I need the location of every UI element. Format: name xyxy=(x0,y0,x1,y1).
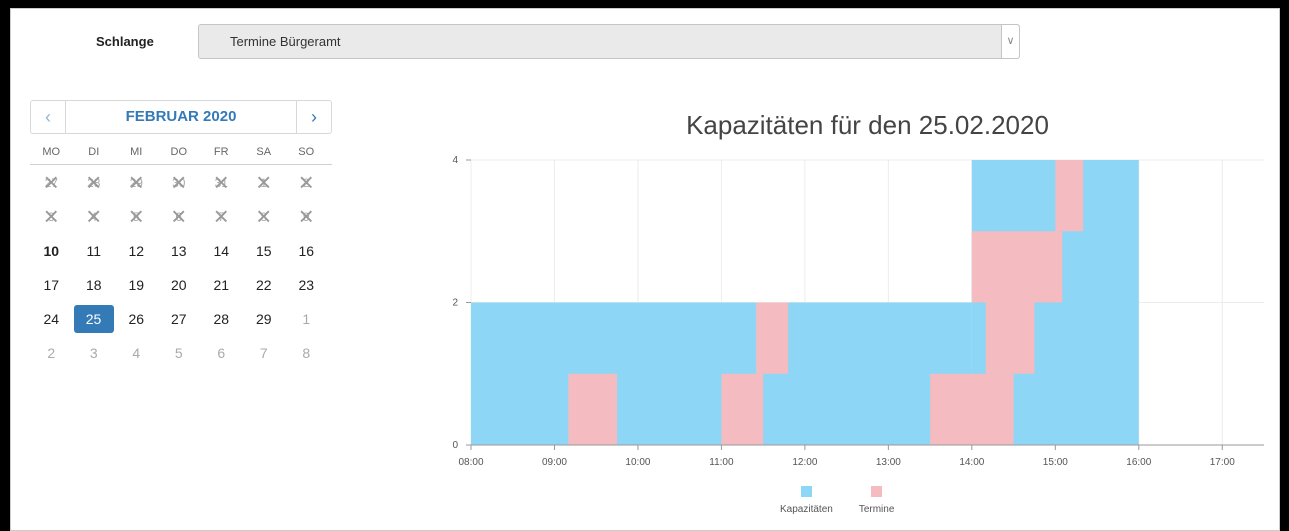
weekday-label: MO xyxy=(42,146,61,158)
chart-legend: Kapazitäten Termine xyxy=(780,486,894,515)
calendar-day[interactable]: 18 xyxy=(73,271,116,299)
weekday-label: MI xyxy=(130,146,143,158)
calendar-day[interactable]: 29 xyxy=(243,305,286,333)
calendar-day[interactable]: 14 xyxy=(200,237,243,265)
queue-label: Schlange xyxy=(96,34,154,49)
queue-select[interactable]: Termine Bürgeramt ∨ xyxy=(198,24,1020,59)
y-tick-label: 2 xyxy=(452,298,458,309)
calendar-day[interactable]: 15 xyxy=(243,237,286,265)
calendar-day[interactable]: 4 xyxy=(115,339,158,367)
chart-title: Kapazitäten für den 25.02.2020 xyxy=(686,110,1049,140)
calendar-day: 4 xyxy=(73,199,116,233)
queue-select-value: Termine Bürgeramt xyxy=(230,34,341,49)
weekday-label: SA xyxy=(256,146,272,158)
x-tick-label: 15:00 xyxy=(1043,457,1068,468)
calendar-day: 8 xyxy=(243,199,286,233)
calendar-day: 27 xyxy=(30,165,73,199)
weekday-label: DO xyxy=(170,146,188,158)
calendar-week: 3456789 xyxy=(30,199,332,233)
calendar-day[interactable]: 12 xyxy=(115,237,158,265)
calendar-week: 10 11 12 13 14 15 16 xyxy=(30,233,332,267)
x-tick-label: 10:00 xyxy=(625,457,650,468)
calendar-day[interactable]: 19 xyxy=(115,271,158,299)
weekday-label: SO xyxy=(298,146,315,158)
appointment-block xyxy=(756,302,789,374)
calendar-day[interactable]: 17 xyxy=(30,271,73,299)
calendar-day[interactable]: 28 xyxy=(200,305,243,333)
calendar-day: 9 xyxy=(285,199,328,233)
calendar-header: ‹ FEBRUAR 2020 › xyxy=(30,100,332,134)
y-tick-label: 0 xyxy=(452,440,458,451)
calendar-day[interactable]: 25 xyxy=(73,305,114,333)
calendar-day[interactable]: 11 xyxy=(73,237,116,265)
legend-label: Kapazitäten xyxy=(780,504,833,515)
chevron-down-icon[interactable]: ∨ xyxy=(1001,25,1019,58)
chevron-right-icon[interactable]: › xyxy=(296,101,331,133)
calendar-day[interactable]: 24 xyxy=(30,305,73,333)
x-tick-label: 08:00 xyxy=(458,457,483,468)
calendar-day: 1 xyxy=(243,165,286,199)
chevron-left-icon[interactable]: ‹ xyxy=(31,101,66,133)
capacity-chart: 08:00 09:00 10:00 11:00 12:00 13:00 14:00 15:00… xyxy=(452,155,1264,468)
calendar-day[interactable]: 22 xyxy=(243,271,286,299)
appointment-block xyxy=(1055,160,1084,232)
calendar-day: 5 xyxy=(115,199,158,233)
calendar-day[interactable]: 26 xyxy=(115,305,158,333)
calendar-month: FEBRUAR 2020 xyxy=(125,108,237,125)
calendar-day[interactable]: 16 xyxy=(285,237,328,265)
weekday-label: DI xyxy=(88,146,100,158)
calendar-day: 6 xyxy=(158,199,201,233)
calendar-day[interactable]: 7 xyxy=(243,339,286,367)
legend-swatch xyxy=(871,486,883,497)
calendar-day[interactable]: 20 xyxy=(158,271,201,299)
calendar-day: 31 xyxy=(200,165,243,199)
calendar-grid: 2728293031123456789101112131415161718192… xyxy=(30,165,332,369)
calendar-day[interactable]: 8 xyxy=(285,339,328,367)
x-tick-label: 13:00 xyxy=(876,457,901,468)
calendar-day[interactable]: 6 xyxy=(200,339,243,367)
calendar-day[interactable]: 27 xyxy=(158,305,201,333)
x-tick-label: 09:00 xyxy=(542,457,567,468)
calendar-day: 28 xyxy=(73,165,116,199)
calendar-day[interactable]: 23 xyxy=(285,271,328,299)
calendar: ‹ FEBRUAR 2020 › MODIMIDOFRSASO 27282930… xyxy=(30,100,332,369)
calendar-day[interactable]: 5 xyxy=(158,339,201,367)
legend-label: Termine xyxy=(858,504,895,515)
x-tick-label: 16:00 xyxy=(1126,457,1151,468)
calendar-day[interactable]: 1 xyxy=(285,305,328,333)
legend-item-kapazitaeten[interactable]: Kapazitäten xyxy=(780,486,833,515)
appointment-block xyxy=(568,373,618,445)
calendar-week: 24 25 26 27 28 29 1 xyxy=(30,301,332,335)
calendar-week: 272829303112 xyxy=(30,165,332,199)
x-tick-label: 12:00 xyxy=(792,457,817,468)
appointment-block xyxy=(985,302,1035,374)
calendar-day: 3 xyxy=(30,199,73,233)
calendar-day[interactable]: 21 xyxy=(200,271,243,299)
calendar-day[interactable]: 13 xyxy=(158,237,201,265)
calendar-day[interactable]: 3 xyxy=(73,339,116,367)
calendar-day: 29 xyxy=(115,165,158,199)
appointment-block xyxy=(930,373,1014,445)
weekday-header: MO DI MI DO FR SA SO xyxy=(30,146,332,165)
weekday-label: FR xyxy=(213,146,229,158)
x-tick-label: 11:00 xyxy=(709,457,734,468)
x-tick-label: 17:00 xyxy=(1210,457,1235,468)
calendar-day: 30 xyxy=(158,165,201,199)
y-tick-label: 4 xyxy=(452,155,458,166)
calendar-week: 17 18 19 20 21 22 23 xyxy=(30,267,332,301)
calendar-day[interactable]: 2 xyxy=(30,339,73,367)
legend-swatch xyxy=(800,486,812,497)
calendar-day[interactable]: 10 xyxy=(30,237,73,265)
appointment-block xyxy=(971,231,1063,303)
calendar-day: 2 xyxy=(285,165,328,199)
legend-item-termine[interactable]: Termine xyxy=(858,486,895,515)
calendar-day: 7 xyxy=(200,199,243,233)
appointment-block xyxy=(721,373,764,445)
x-tick-label: 14:00 xyxy=(959,457,984,468)
capacity-area xyxy=(471,302,972,445)
calendar-week: 2345678 xyxy=(30,335,332,369)
